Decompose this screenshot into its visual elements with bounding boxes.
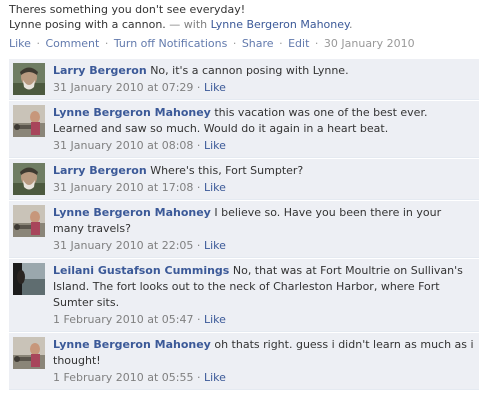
comment-author-link[interactable]: Leilani Gustafson Cummings (53, 264, 229, 277)
post-comment-link[interactable]: Comment (45, 37, 99, 50)
comment-like-link[interactable]: Like (204, 313, 226, 326)
comment-item: Larry Bergeron No, it's a cannon posing … (9, 59, 479, 100)
comment-body: Lynne Bergeron Mahoney oh thats right. g… (53, 337, 475, 386)
avatar-lynne[interactable] (13, 205, 45, 237)
comment-meta: 31 January 2010 at 07:29 · Like (53, 81, 226, 94)
separator: · (104, 37, 109, 50)
avatar-larry[interactable] (13, 163, 45, 195)
post-share-link[interactable]: Share (242, 37, 274, 50)
comment-timestamp[interactable]: 31 January 2010 at 08:08 (53, 139, 193, 152)
comment-timestamp[interactable]: 31 January 2010 at 17:08 (53, 181, 193, 194)
comment-meta: 31 January 2010 at 22:05 · Like (53, 239, 226, 252)
comment-item: Leilani Gustafson Cummings No, that was … (9, 259, 479, 332)
comment-body: Larry Bergeron No, it's a cannon posing … (53, 63, 475, 96)
comment-item: Lynne Bergeron Mahoney oh thats right. g… (9, 333, 479, 390)
comment-like-link[interactable]: Like (204, 371, 226, 384)
comment-like-link[interactable]: Like (204, 81, 226, 94)
post-text-line-1: Theres something you don't see everyday! (9, 3, 246, 16)
post-caption: Lynne posing with a cannon. (9, 18, 166, 31)
separator: · (279, 37, 283, 50)
turn-off-notifications-link[interactable]: Turn off Notifications (114, 37, 227, 50)
avatar-larry[interactable] (13, 63, 45, 95)
with-suffix: . (348, 18, 353, 31)
post-text-line-2: Lynne posing with a cannon. — with Lynne… (9, 17, 477, 32)
comment-timestamp[interactable]: 31 January 2010 at 22:05 (53, 239, 193, 252)
post: Theres something you don't see everyday!… (9, 2, 477, 51)
comment-meta: 31 January 2010 at 17:08 · Like (53, 181, 226, 194)
comment-author-link[interactable]: Lynne Bergeron Mahoney (53, 338, 211, 351)
comment-author-link[interactable]: Larry Bergeron (53, 164, 147, 177)
separator: · (232, 37, 237, 50)
comment-text: No, it's a cannon posing with Lynne. (150, 64, 349, 77)
post-like-link[interactable]: Like (9, 37, 31, 50)
comment-body: Lynne Bergeron Mahoney this vacation was… (53, 105, 475, 154)
avatar-lynne[interactable] (13, 337, 45, 369)
comment-body: Larry Bergeron Where's this, Fort Sumpte… (53, 163, 475, 196)
comment-like-link[interactable]: Like (204, 139, 226, 152)
avatar-leilani[interactable] (13, 263, 45, 295)
avatar-lynne[interactable] (13, 105, 45, 137)
comment-item: Lynne Bergeron Mahoney this vacation was… (9, 101, 479, 158)
comment-body: Lynne Bergeron Mahoney I believe so. Hav… (53, 205, 475, 254)
comment-like-link[interactable]: Like (204, 239, 226, 252)
comment-timestamp[interactable]: 1 February 2010 at 05:47 (53, 313, 193, 326)
comment-item: Larry Bergeron Where's this, Fort Sumpte… (9, 159, 479, 200)
comment-timestamp[interactable]: 1 February 2010 at 05:55 (53, 371, 193, 384)
comment-meta: 31 January 2010 at 08:08 · Like (53, 139, 226, 152)
with-prefix: — with (165, 18, 211, 31)
comment-timestamp[interactable]: 31 January 2010 at 07:29 (53, 81, 193, 94)
post-edit-link[interactable]: Edit (288, 37, 309, 50)
comment-text: Where's this, Fort Sumpter? (150, 164, 304, 177)
tagged-user-link[interactable]: Lynne Bergeron Mahoney (211, 18, 349, 31)
comment-meta: 1 February 2010 at 05:55 · Like (53, 371, 226, 384)
comment-author-link[interactable]: Lynne Bergeron Mahoney (53, 206, 211, 219)
comment-item: Lynne Bergeron Mahoney I believe so. Hav… (9, 201, 479, 258)
separator: · (314, 37, 319, 50)
post-actions: Like · Comment · Turn off Notifications … (9, 36, 477, 51)
separator: · (36, 37, 40, 50)
comment-author-link[interactable]: Lynne Bergeron Mahoney (53, 106, 211, 119)
comment-like-link[interactable]: Like (204, 181, 226, 194)
comment-meta: 1 February 2010 at 05:47 · Like (53, 313, 226, 326)
comment-author-link[interactable]: Larry Bergeron (53, 64, 147, 77)
comment-body: Leilani Gustafson Cummings No, that was … (53, 263, 475, 328)
post-date[interactable]: 30 January 2010 (324, 37, 415, 50)
